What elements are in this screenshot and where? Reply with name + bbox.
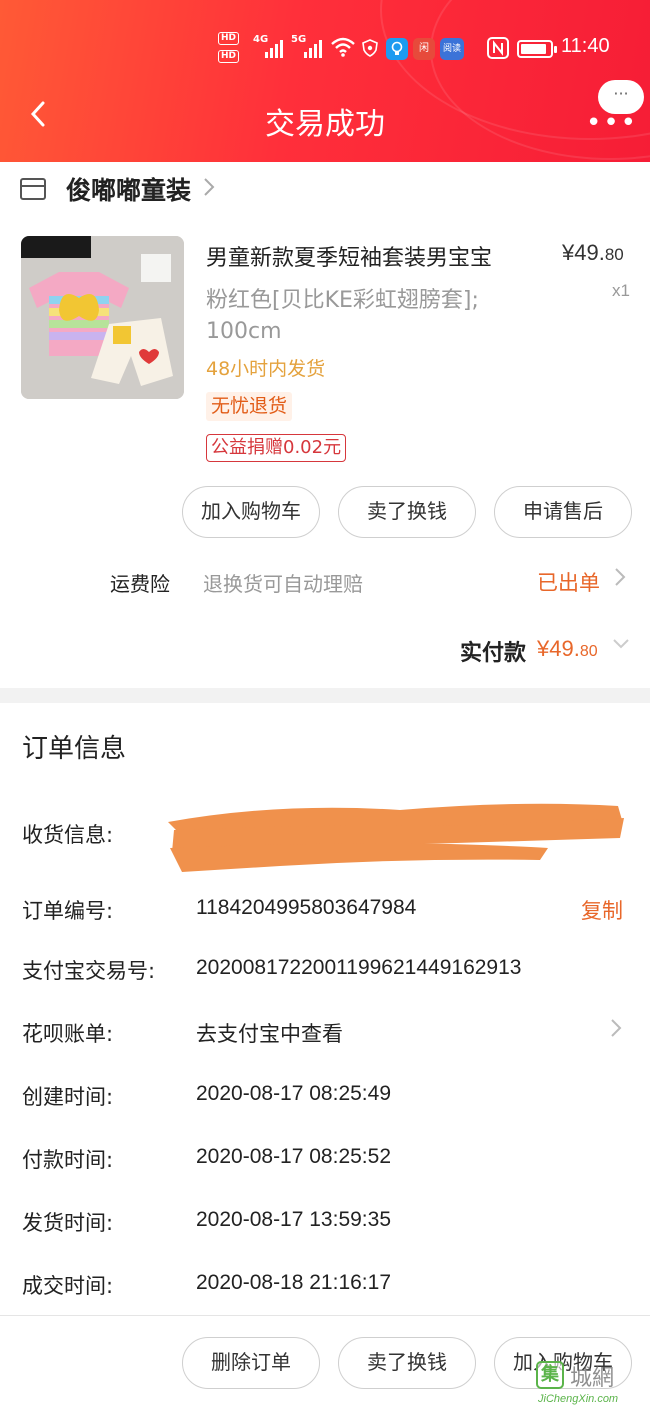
reader-app-icon: 阅读: [440, 38, 464, 60]
paid-label: 实付款: [460, 641, 527, 666]
nfc-icon: [487, 37, 509, 59]
clock: 11:40: [561, 35, 610, 57]
resell-button[interactable]: 卖了换钱: [338, 1337, 476, 1389]
huabei-link[interactable]: 去支付宝中查看: [196, 1018, 343, 1048]
alipay-trade-label: 支付宝交易号:: [22, 959, 156, 983]
hd-indicator: HD: [218, 50, 240, 63]
bulb-app-icon: [386, 38, 408, 60]
paid-time: 2020-08-17 08:25:52: [196, 1145, 391, 1168]
resell-button[interactable]: 卖了换钱: [338, 486, 476, 538]
battery-icon: [517, 40, 557, 58]
section-title: 订单信息: [22, 734, 127, 764]
after-sale-button[interactable]: 申请售后: [494, 486, 632, 538]
sku-line: 粉红色[贝比KE彩虹翅膀套];: [206, 288, 479, 313]
price-cents: 80: [604, 245, 624, 264]
watermark-text: 城網: [570, 1366, 615, 1391]
chevron-right-icon[interactable]: [614, 566, 626, 594]
product-image[interactable]: [21, 236, 184, 399]
shipped-time: 2020-08-17 13:59:35: [196, 1208, 391, 1231]
more-menu-button[interactable]: •••: [586, 108, 638, 138]
product-quantity: x1: [612, 281, 630, 300]
status-bar: HD HD 4G 5G 闲 阅读 11:40: [0, 30, 650, 66]
redaction-scribble: [168, 803, 624, 872]
completed-time: 2020-08-18 21:16:17: [196, 1271, 391, 1294]
price-main: ¥49.: [562, 240, 605, 265]
sku-line: 100cm: [206, 319, 282, 344]
huabei-label: 花呗账单:: [22, 1022, 114, 1046]
chevron-down-icon[interactable]: [612, 634, 630, 655]
price-main: ¥49.: [537, 636, 580, 661]
insurance-status[interactable]: 已出单: [537, 567, 600, 597]
receiver-label: 收货信息:: [22, 823, 114, 847]
alipay-trade-number: 2020081722001199621449162913: [196, 956, 522, 979]
watermark-logo: 集: [536, 1361, 564, 1389]
signal-icon: [304, 38, 322, 58]
shipped-time-label: 发货时间:: [22, 1211, 114, 1235]
insurance-label: 运费险: [110, 572, 170, 596]
charity-badge: 公益捐赠0.02元: [206, 434, 347, 462]
completed-time-label: 成交时间:: [22, 1274, 114, 1298]
created-time-label: 创建时间:: [22, 1085, 114, 1109]
shop-name: 俊嘟嘟童装: [66, 176, 192, 205]
add-to-cart-button[interactable]: 加入购物车: [182, 486, 320, 538]
chevron-right-icon[interactable]: [610, 1017, 622, 1045]
shipping-note: 48小时内发货: [206, 358, 326, 380]
order-number-label: 订单编号:: [22, 899, 114, 923]
shop-header[interactable]: 俊嘟嘟童装: [20, 170, 215, 208]
watermark-url: JiChengXin.com: [538, 1393, 619, 1405]
store-icon: [20, 178, 46, 200]
product-sku: 粉红色[贝比KE彩虹翅膀套]; 100cm: [206, 285, 536, 347]
price-cents: 80: [579, 643, 598, 660]
page-title: 交易成功: [265, 107, 385, 142]
signal-icon: [265, 38, 283, 58]
product-price: ¥49.80: [562, 240, 624, 266]
shop-app-icon: 闲: [413, 38, 435, 60]
battery-level: [521, 44, 547, 54]
delete-order-button[interactable]: 删除订单: [182, 1337, 320, 1389]
shield-icon: [362, 39, 378, 57]
paid-time-label: 付款时间:: [22, 1148, 114, 1172]
order-number: 1184204995803647984: [196, 896, 417, 919]
insurance-description: 退换货可自动理赔: [203, 572, 363, 596]
hd-indicator: HD: [218, 32, 240, 45]
watermark: 集 城網 JiChengXin.com: [532, 1358, 650, 1408]
copy-button[interactable]: 复制: [581, 895, 623, 925]
chevron-right-icon: [203, 175, 215, 203]
return-policy-badge: 无忧退货: [206, 392, 293, 421]
created-time: 2020-08-17 08:25:49: [196, 1082, 391, 1105]
paid-amount: ¥49.80: [537, 636, 598, 662]
wifi-icon: [331, 37, 355, 57]
product-title[interactable]: 男童新款夏季短袖套装男宝宝: [206, 240, 546, 272]
app-header: HD HD 4G 5G 闲 阅读 11:40 交易成功 ··· •••: [0, 0, 650, 162]
product-photo: [21, 236, 184, 399]
